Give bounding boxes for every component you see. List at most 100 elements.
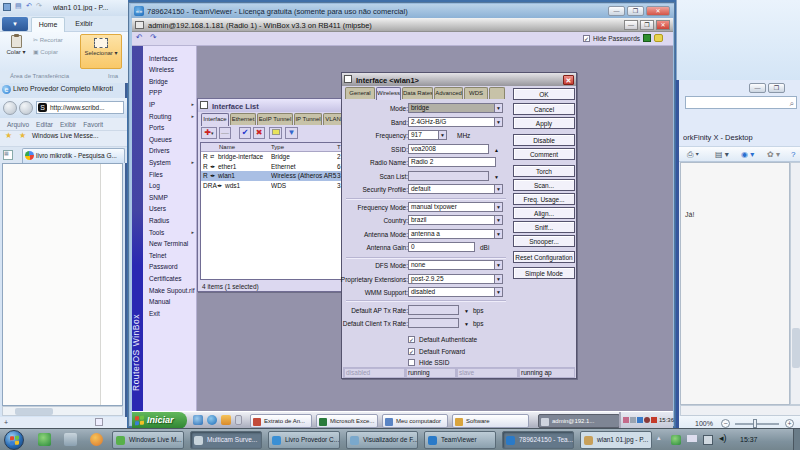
- hscroll-thumb[interactable]: [15, 408, 53, 415]
- teamviewer-titlebar[interactable]: «» 789624150 - TeamViewer - Licença grat…: [131, 4, 674, 18]
- sidebar-item-new-terminal[interactable]: New Terminal: [143, 238, 197, 250]
- tray-icon-1[interactable]: [623, 417, 629, 423]
- redo-icon[interactable]: ↷: [36, 2, 42, 10]
- torch-button[interactable]: Torch: [513, 165, 575, 177]
- zoom-slider-thumb[interactable]: [753, 419, 757, 428]
- quicklaunch-multicam-icon[interactable]: [64, 433, 77, 446]
- dropdown-arrow-icon[interactable]: ▼: [494, 230, 502, 238]
- comment-button[interactable]: Comment: [513, 148, 575, 160]
- tray-network-icon[interactable]: [703, 435, 713, 445]
- field-country[interactable]: brazil▼: [408, 215, 503, 225]
- tray-icon-3[interactable]: [637, 417, 643, 423]
- checkbox-row-default-forward[interactable]: ✓Default Forward: [408, 348, 508, 356]
- favorites-star-icon[interactable]: ★: [5, 131, 12, 140]
- task-windows-live-m[interactable]: Windows Live M...: [112, 431, 184, 449]
- hide-passwords-checkbox[interactable]: ✓: [583, 35, 590, 42]
- dropdown-arrow-icon[interactable]: ▼: [494, 275, 502, 283]
- favorites-item[interactable]: Windows Live Messe...: [32, 132, 98, 139]
- quicklaunch-ie-icon[interactable]: [207, 415, 217, 425]
- dropdown-arrow-icon[interactable]: ▼: [494, 203, 502, 211]
- field-antenna-gain[interactable]: 0: [408, 242, 475, 252]
- restore-button[interactable]: ❐: [768, 83, 785, 93]
- task-teamviewer[interactable]: TeamViewer: [424, 431, 496, 449]
- checkbox-row-default-authenticate[interactable]: ✓Default Authenticate: [408, 336, 508, 344]
- remove-button[interactable]: —: [219, 127, 231, 139]
- undo-icon[interactable]: ↶: [26, 2, 32, 10]
- disable-button[interactable]: ✖: [253, 127, 265, 139]
- tab-wireless[interactable]: Wireless: [376, 87, 401, 100]
- tab-general[interactable]: General: [345, 87, 375, 99]
- dropdown-arrow-icon[interactable]: ▼: [494, 216, 502, 224]
- restore-button[interactable]: ❐: [640, 20, 654, 30]
- sidebar-item-ip[interactable]: IP▸: [143, 99, 197, 111]
- scan-button[interactable]: Scan...: [513, 179, 575, 191]
- minimize-button[interactable]: —: [624, 20, 638, 30]
- sidebar-item-snmp[interactable]: SNMP: [143, 192, 197, 204]
- field-ssid[interactable]: voa2008: [408, 144, 489, 154]
- browser-hscrollbar[interactable]: [2, 406, 123, 416]
- help-icon[interactable]: ?: [791, 150, 795, 159]
- show-desktop-button[interactable]: [793, 429, 800, 450]
- print-icon[interactable]: ⎙ ▾: [687, 150, 699, 160]
- field-default-client-tx-rate[interactable]: [408, 318, 459, 328]
- field-proprietary-extensions[interactable]: post-2.9.25▼: [408, 274, 503, 284]
- sidebar-item-ppp[interactable]: PPP: [143, 87, 197, 99]
- sidebar-item-ports[interactable]: Ports: [143, 122, 197, 134]
- snooper-button[interactable]: Snooper...: [513, 235, 575, 247]
- checkbox-row-hide-ssid[interactable]: Hide SSID: [408, 359, 508, 367]
- sidebar-item-files[interactable]: Files: [143, 169, 197, 181]
- dropdown-arrow-icon[interactable]: ▼: [494, 185, 502, 193]
- remote-task-meu-computador[interactable]: Meu computador: [382, 414, 448, 428]
- copy-button[interactable]: ▣ Copiar: [33, 48, 78, 58]
- wlan1-dialog-titlebar[interactable]: Interface <wlan1> ✕: [342, 73, 576, 86]
- remote-task-microsoft-exce[interactable]: Microsoft Exce...: [316, 414, 378, 428]
- back-button[interactable]: [3, 101, 17, 115]
- paste-button[interactable]: Colar ▾: [2, 34, 30, 69]
- hide-icons-button[interactable]: ▴: [657, 434, 661, 442]
- sidebar-item-log[interactable]: Log: [143, 180, 197, 192]
- field-default-ap-tx-rate[interactable]: [408, 305, 459, 315]
- add-favorite-icon[interactable]: ★: [19, 131, 26, 140]
- search-input[interactable]: ⌕: [685, 96, 797, 109]
- field-security-profile[interactable]: default▼: [408, 184, 503, 194]
- field-radio-name[interactable]: Radio 2: [408, 157, 496, 167]
- quick-tabs-icon[interactable]: ▦: [3, 150, 13, 160]
- sidebar-item-bridge[interactable]: Bridge: [143, 76, 197, 88]
- select-button[interactable]: Selecionar ▾: [80, 34, 122, 69]
- show-desktop-icon[interactable]: [235, 415, 242, 425]
- dropdown-arrow-icon[interactable]: ▼: [494, 104, 502, 112]
- sidebar-item-certificates[interactable]: Certificates: [143, 273, 197, 285]
- sidebar-item-radius[interactable]: Radius: [143, 215, 197, 227]
- dropdown-arrow-icon[interactable]: ▼: [494, 261, 502, 269]
- tab-home[interactable]: Home: [31, 17, 65, 32]
- tray-antivirus-icon[interactable]: [671, 435, 681, 445]
- task-789624150-tea[interactable]: 789624150 - Tea...: [502, 431, 574, 449]
- filter-button[interactable]: ▼: [285, 127, 298, 139]
- remote-task-admin-192-1[interactable]: admin@192.1...: [538, 414, 620, 428]
- tab-exibir[interactable]: Exibir: [68, 17, 100, 32]
- remote-task-extrato-de-an[interactable]: Extrato de An...: [250, 414, 312, 428]
- tab-ip-tunnel[interactable]: IP Tunnel: [294, 113, 322, 125]
- close-icon[interactable]: ✕: [563, 75, 574, 85]
- field-scan-list[interactable]: [408, 171, 489, 181]
- expand-arrow-icon[interactable]: ▼: [494, 174, 499, 180]
- zoom-in-icon[interactable]: +: [785, 419, 794, 428]
- ok-button[interactable]: OK: [513, 88, 575, 100]
- dropdown-arrow-icon[interactable]: ▼: [494, 118, 502, 126]
- menu-editar[interactable]: Editar: [36, 121, 53, 128]
- sidebar-item-exit[interactable]: Exit: [143, 308, 197, 320]
- vscroll-thumb[interactable]: [792, 328, 800, 368]
- sidebar-item-password[interactable]: Password: [143, 261, 197, 273]
- maximize-button[interactable]: ❐: [627, 6, 644, 16]
- freq-usage-button[interactable]: Freq. Usage...: [513, 193, 575, 205]
- checkbox[interactable]: ✓: [408, 336, 415, 343]
- quicklaunch-messenger-icon[interactable]: [38, 433, 51, 446]
- redo-icon[interactable]: ↷: [150, 33, 157, 42]
- quicklaunch-messenger-icon[interactable]: [193, 415, 203, 425]
- field-frequency[interactable]: 917▼: [408, 130, 447, 140]
- expand-arrow-icon[interactable]: ▼: [464, 321, 469, 327]
- hide-passwords-control[interactable]: ✓ Hide Passwords: [583, 34, 663, 42]
- task-multicam-surve[interactable]: Multicam Surve...: [190, 431, 262, 449]
- minimize-button[interactable]: —: [608, 6, 625, 16]
- col-type[interactable]: Type: [271, 144, 284, 150]
